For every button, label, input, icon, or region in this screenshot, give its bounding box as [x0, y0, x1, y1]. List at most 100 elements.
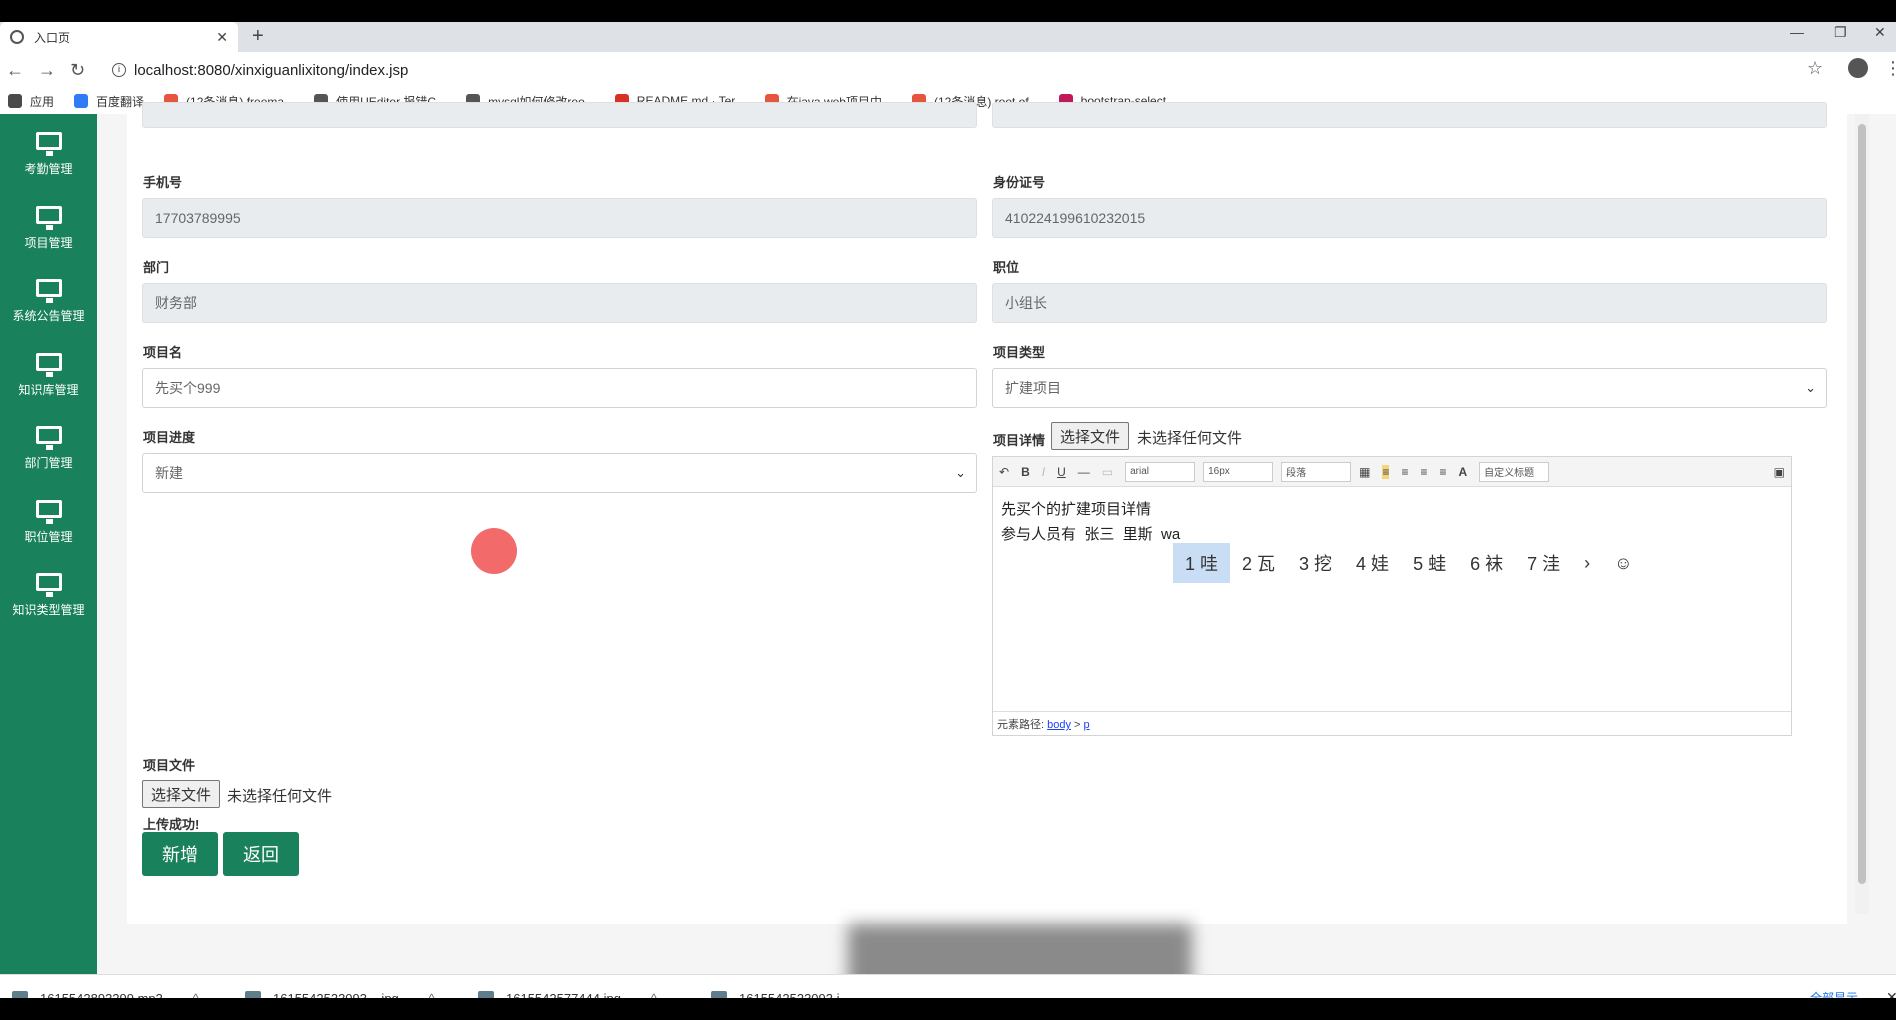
phone-field[interactable]: 17703789995	[142, 198, 977, 238]
account-icon[interactable]	[1848, 58, 1868, 78]
close-window-icon[interactable]: ✕	[1874, 24, 1886, 41]
paragraph-select[interactable]: 段落	[1281, 461, 1352, 482]
star-icon[interactable]: ☆	[1807, 58, 1823, 79]
sidebar-item[interactable]: 项目管理	[0, 198, 97, 258]
position-label: 职位	[993, 260, 1020, 275]
chevron-up-icon[interactable]: ^	[651, 991, 657, 998]
emoji-icon[interactable]: ☺	[1602, 543, 1644, 583]
align-left-icon[interactable]: ≡	[1382, 464, 1390, 479]
forward-icon[interactable]: →	[38, 60, 56, 81]
close-tab-icon[interactable]: ✕	[216, 29, 228, 46]
align-center-icon[interactable]: ≡	[1401, 465, 1408, 479]
editor-body[interactable]: 先买个的扩建项目详情 参与人员有 张三 里斯 wa	[1001, 497, 1180, 547]
back-icon[interactable]: ←	[6, 60, 24, 81]
phone-label: 手机号	[143, 175, 183, 190]
browser-tab[interactable]: 入口页 ✕	[0, 22, 238, 52]
ime-candidate[interactable]: 6 袜	[1458, 543, 1515, 583]
element-path-body[interactable]: body	[1047, 719, 1071, 731]
ime-candidate[interactable]: 2 瓦	[1230, 543, 1287, 583]
position-field[interactable]: 小组长	[992, 283, 1827, 323]
align-justify-icon[interactable]: ≡	[1439, 465, 1446, 479]
element-path-p[interactable]: p	[1084, 719, 1090, 731]
back-button[interactable]: 返回	[223, 832, 299, 876]
undo-icon[interactable]: ↶	[999, 465, 1009, 479]
scrollbar-thumb[interactable]	[1858, 124, 1866, 884]
monitor-icon	[35, 352, 62, 377]
sidebar-item[interactable]: 知识类型管理	[0, 565, 97, 625]
top-cut-input-right[interactable]	[992, 102, 1827, 128]
project-type-label: 项目类型	[993, 345, 1046, 360]
ime-candidate[interactable]: 5 蛙	[1401, 543, 1458, 583]
info-icon[interactable]: i	[112, 63, 126, 77]
table-icon[interactable]: ▦	[1359, 465, 1370, 479]
new-tab-icon[interactable]: +	[252, 25, 264, 48]
italic-icon[interactable]: I	[1042, 465, 1045, 479]
detail-file-button[interactable]: 选择文件	[1051, 422, 1130, 450]
top-cut-input-left[interactable]	[142, 102, 977, 128]
show-all-downloads-link[interactable]: 全部显示	[1810, 989, 1858, 998]
chevron-down-icon: ⌄	[1805, 380, 1816, 395]
reload-icon[interactable]: ↻	[70, 60, 85, 81]
ime-candidate[interactable]: 3 挖	[1287, 543, 1344, 583]
download-item[interactable]: 1615542533093....jpg ^	[245, 975, 434, 998]
globe-icon	[10, 30, 24, 44]
file-icon	[245, 991, 261, 998]
clear-format-icon[interactable]: ▭	[1102, 465, 1113, 479]
ime-candidate-window: 1 哇2 瓦3 挖4 娃5 蛙6 袜7 洼 › ☺	[1173, 543, 1713, 583]
dept-field[interactable]: 财务部	[142, 283, 977, 323]
fullscreen-icon[interactable]: ▣	[1774, 465, 1785, 479]
custom-title-select[interactable]: 自定义标题	[1479, 461, 1550, 482]
project-name-input[interactable]: 先买个999	[142, 368, 977, 408]
project-type-select[interactable]: 扩建项目 ⌄	[992, 368, 1827, 408]
align-right-icon[interactable]: ≡	[1420, 465, 1427, 479]
browser-window: 入口页 ✕ + — ❐ ✕ ← → ↻ i localhost:8080/xin…	[0, 22, 1896, 998]
bold-icon[interactable]: B	[1021, 465, 1030, 479]
browser-toolbar: ← → ↻ i localhost:8080/xinxiguanlixitong…	[0, 52, 1896, 88]
mouse-cursor-highlight	[471, 528, 517, 574]
chevron-up-icon[interactable]: ^	[429, 991, 435, 998]
apps-grid-icon	[8, 94, 22, 108]
next-page-icon[interactable]: ›	[1572, 543, 1602, 583]
download-filename: 1615542577444.jpg	[506, 990, 621, 999]
horizontal-rule-icon[interactable]: —	[1078, 465, 1090, 479]
monitor-icon	[35, 132, 62, 156]
menu-icon[interactable]: ⋮	[1884, 58, 1896, 79]
font-color-icon[interactable]: A	[1459, 465, 1468, 479]
font-family-select[interactable]: arial	[1125, 461, 1196, 482]
rich-text-editor[interactable]: ↶ B I U — ▭ arial 16px 段落 ▦ ≡ ≡ ≡ ≡ A 自定…	[992, 456, 1792, 736]
downloads-bar: 全部显示 ✕ 1615542893299.mp3 ^ 1615542533093..…	[0, 974, 1896, 998]
ime-candidate[interactable]: 4 娃	[1344, 543, 1401, 583]
detail-label: 项目详情	[993, 433, 1046, 448]
url-text: localhost:8080/xinxiguanlixitong/index.j…	[134, 61, 409, 79]
bookmark-item[interactable]: 应用	[8, 93, 54, 110]
sidebar-item-label: 项目管理	[24, 235, 73, 250]
underline-icon[interactable]: U	[1057, 465, 1066, 479]
ime-candidate[interactable]: 7 洼	[1515, 543, 1572, 583]
file-icon	[478, 991, 494, 998]
ime-candidate[interactable]: 1 哇	[1173, 543, 1231, 583]
download-item[interactable]: 1615542533093.j	[711, 975, 840, 998]
download-item[interactable]: 1615542577444.jpg ^	[478, 975, 657, 998]
font-family-value: arial	[1130, 466, 1149, 477]
idcard-field[interactable]: 410224199610232015	[992, 198, 1827, 238]
page-scrollbar[interactable]	[1855, 114, 1869, 914]
download-item[interactable]: 1615542893299.mp3 ^	[12, 975, 199, 998]
sidebar-item[interactable]: 职位管理	[0, 492, 97, 552]
restore-icon[interactable]: ❐	[1834, 24, 1847, 41]
address-bar[interactable]: i localhost:8080/xinxiguanlixitong/index…	[102, 57, 1802, 83]
project-file-button[interactable]: 选择文件	[142, 780, 221, 808]
sidebar-item[interactable]: 部门管理	[0, 418, 97, 478]
monitor-icon	[35, 573, 62, 597]
sidebar-item[interactable]: 系统公告管理	[0, 271, 97, 331]
monitor-icon	[35, 499, 62, 524]
chevron-up-icon[interactable]: ^	[193, 991, 199, 998]
bookmark-item[interactable]: 百度翻译	[74, 93, 144, 110]
sidebar-item[interactable]: 知识库管理	[0, 345, 97, 405]
minimize-icon[interactable]: —	[1790, 24, 1804, 40]
progress-select[interactable]: 新建 ⌄	[142, 453, 977, 493]
sidebar-item[interactable]: 考勤管理	[0, 124, 97, 184]
tab-title: 入口页	[34, 30, 71, 45]
font-size-select[interactable]: 16px	[1203, 461, 1274, 482]
close-downloads-icon[interactable]: ✕	[1886, 989, 1896, 998]
submit-button[interactable]: 新增	[142, 832, 218, 876]
